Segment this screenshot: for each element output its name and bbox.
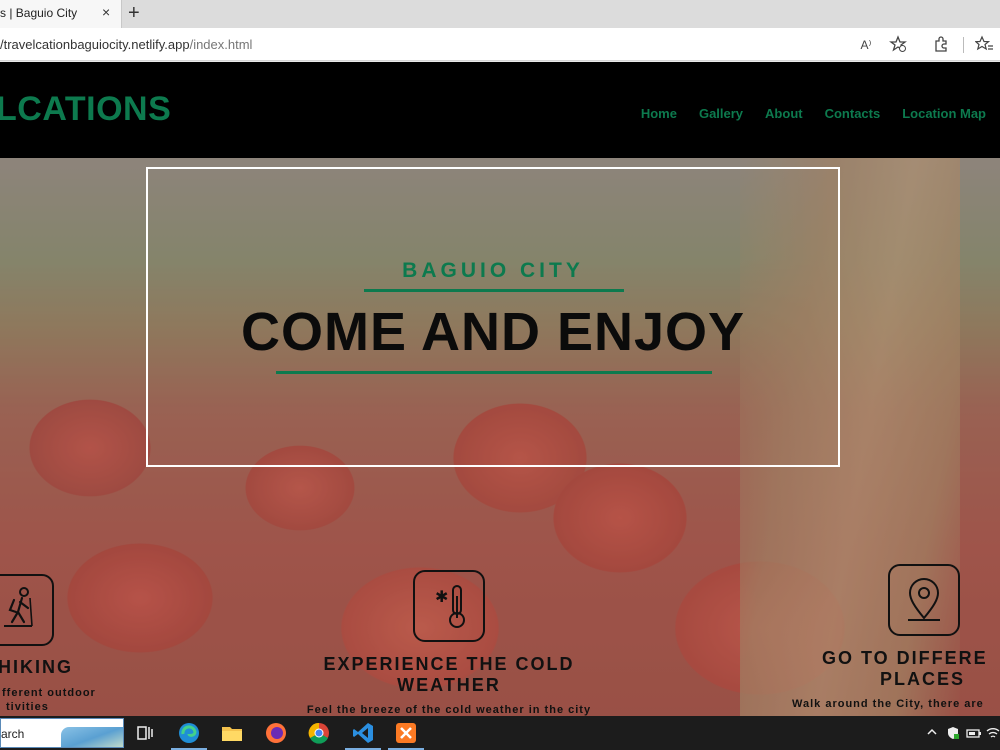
- browser-tab[interactable]: s | Baguio City ×: [0, 0, 122, 28]
- taskbar-search[interactable]: arch: [0, 718, 124, 748]
- hiker-icon: [0, 574, 54, 646]
- vscode-icon[interactable]: [345, 721, 381, 750]
- feature-title: HIKING: [0, 657, 73, 677]
- search-placeholder: arch: [1, 727, 25, 741]
- toolbar-separator: [963, 37, 964, 53]
- chrome-icon[interactable]: [307, 721, 331, 745]
- os-taskbar: arch: [0, 716, 1000, 750]
- nav-about[interactable]: About: [765, 106, 803, 121]
- thermometer-cold-icon: ✱: [413, 570, 485, 642]
- main-nav: Home Gallery About Contacts Location Map: [641, 106, 986, 121]
- tab-title: s | Baguio City: [0, 6, 78, 20]
- hero-divider-bottom: [276, 371, 712, 374]
- nav-location-map[interactable]: Location Map: [902, 106, 986, 121]
- feature-desc-line: Feel the breeze of the cold weather in t…: [306, 704, 592, 716]
- nav-home[interactable]: Home: [641, 106, 677, 121]
- nav-contacts[interactable]: Contacts: [825, 106, 881, 121]
- url-host: /travelcationbaguiocity.netlify.app: [0, 37, 190, 52]
- address-bar: /travelcationbaguiocity.netlify.app/inde…: [0, 28, 1000, 61]
- task-view-icon[interactable]: [134, 721, 158, 745]
- wifi-icon[interactable]: [986, 726, 1000, 743]
- file-explorer-icon[interactable]: [220, 721, 244, 745]
- xampp-icon[interactable]: [388, 721, 424, 750]
- battery-icon[interactable]: [966, 726, 982, 743]
- svg-text:✱: ✱: [435, 587, 448, 606]
- site-header: LCATIONS Home Gallery About Contacts Loc…: [0, 62, 1000, 158]
- chevron-up-icon[interactable]: [926, 726, 938, 741]
- feature-desc-line: tivities: [6, 701, 49, 713]
- url-input[interactable]: /travelcationbaguiocity.netlify.app/inde…: [0, 37, 252, 52]
- site-logo[interactable]: LCATIONS: [0, 90, 171, 129]
- url-path: /index.html: [189, 37, 253, 52]
- extensions-icon[interactable]: [931, 35, 951, 55]
- hero-frame: BAGUIO CITY COME AND ENJOY: [146, 167, 840, 467]
- feature-desc-line: Walk around the City, there are: [792, 698, 984, 710]
- read-aloud-icon[interactable]: A⁾: [856, 35, 876, 55]
- browser-tab-bar: s | Baguio City × +: [0, 0, 1000, 28]
- nav-gallery[interactable]: Gallery: [699, 106, 743, 121]
- close-icon[interactable]: ×: [102, 4, 110, 20]
- feature-title-line: GO TO DIFFERE: [822, 648, 988, 668]
- defender-icon[interactable]: [946, 726, 960, 743]
- feature-title-line: PLACES: [880, 669, 966, 689]
- firefox-icon[interactable]: [264, 721, 288, 745]
- hero-divider-top: [364, 289, 624, 292]
- favorites-icon[interactable]: [974, 35, 994, 55]
- website-viewport: LCATIONS Home Gallery About Contacts Loc…: [0, 62, 1000, 716]
- feature-title-line: EXPERIENCE THE COLD: [323, 654, 575, 674]
- new-tab-icon[interactable]: +: [128, 2, 140, 24]
- hero-title: COME AND ENJOY: [240, 302, 746, 362]
- edge-icon[interactable]: [171, 721, 207, 750]
- feature-desc-line: fferent outdoor: [2, 687, 96, 699]
- favorite-add-icon[interactable]: [888, 35, 908, 55]
- search-highlight-image: [61, 727, 123, 747]
- feature-title-line: WEATHER: [397, 675, 501, 695]
- location-pin-icon: [888, 564, 960, 636]
- hero-subtitle: BAGUIO CITY: [402, 259, 584, 282]
